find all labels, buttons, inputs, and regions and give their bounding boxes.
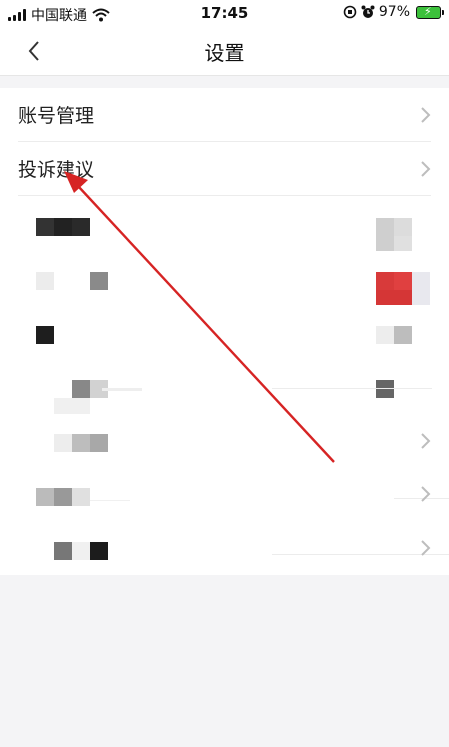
settings-item-account-management[interactable]: 账号管理 xyxy=(0,88,449,142)
status-bar: 中国联通 17:45 97% ⚡ xyxy=(0,0,449,26)
chevron-right-icon xyxy=(421,433,431,449)
divider xyxy=(18,195,431,196)
orientation-lock-icon xyxy=(343,5,357,19)
alarm-icon xyxy=(361,5,375,18)
page-title: 设置 xyxy=(204,41,245,65)
settings-list: 账号管理 投诉建议 xyxy=(0,88,449,575)
chevron-right-icon xyxy=(421,486,431,502)
battery-percent: 97% xyxy=(378,4,410,20)
settings-item-feedback[interactable]: 投诉建议 xyxy=(0,142,449,196)
status-right: 97% ⚡ xyxy=(343,4,444,20)
chevron-right-icon xyxy=(421,161,431,177)
censored-content-mosaic xyxy=(0,198,449,575)
nav-bar: 设置 xyxy=(0,26,449,76)
settings-item-label: 账号管理 xyxy=(18,105,95,127)
settings-item-label: 投诉建议 xyxy=(18,159,95,181)
chevron-right-icon xyxy=(421,107,431,123)
battery-icon: ⚡ xyxy=(416,5,444,19)
chevron-right-icon xyxy=(421,540,431,556)
